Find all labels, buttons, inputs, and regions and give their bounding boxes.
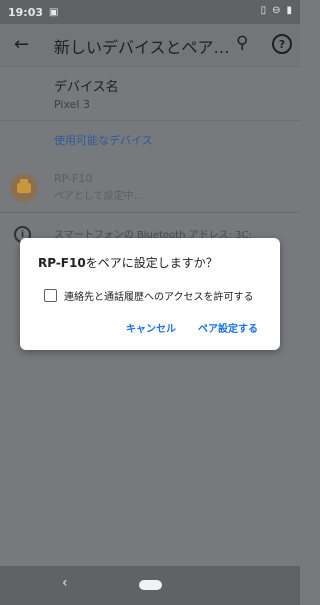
divider (0, 212, 300, 213)
dialog-title-text: をペアに設定しますか？ (85, 256, 218, 270)
arrow-back-icon[interactable]: ← (14, 34, 29, 55)
pair-dialog: RP-F10をペアに設定しますか？ 連絡先と通話履歴へのアクセスを許可する キャ… (20, 238, 280, 350)
nav-home-pill[interactable] (139, 580, 162, 590)
vibrate-icon: ▯ (260, 5, 267, 16)
navigation-bar: ‹ (0, 566, 300, 605)
device-name-setting[interactable]: デバイス名 Pixel 3 (54, 76, 119, 111)
status-bar: 19:03 ▣ ▯ ⊖ ▮ (0, 0, 300, 24)
status-time: 19:03 (8, 5, 44, 19)
cancel-button[interactable]: キャンセル (126, 320, 176, 335)
image-icon: ▣ (49, 6, 59, 18)
pair-button[interactable]: ペア設定する (198, 320, 258, 335)
page-title: 新しいデバイスとペア… (54, 38, 230, 57)
app-bar: ← 新しいデバイスとペア… ⚲ ? (0, 24, 300, 67)
nav-back-icon[interactable]: ‹ (62, 575, 68, 591)
battery-icon: ▮ (286, 5, 292, 16)
device-item-name: RP-F10 (54, 172, 93, 185)
dialog-title: RP-F10をペアに設定しますか？ (38, 254, 218, 271)
device-name-value: Pixel 3 (54, 98, 90, 111)
device-list-item[interactable]: RP-F10 ペアとして設定中… (0, 170, 300, 206)
device-name-label: デバイス名 (54, 80, 119, 95)
dnd-icon: ⊖ (272, 5, 281, 16)
contacts-access-checkbox[interactable] (44, 289, 57, 302)
available-devices-header: 使用可能なデバイス (54, 134, 153, 147)
contacts-access-label[interactable]: 連絡先と通話履歴へのアクセスを許可する (64, 288, 254, 303)
help-icon[interactable]: ? (272, 34, 292, 54)
printer-icon (10, 174, 38, 202)
dialog-device-name: RP-F10 (38, 256, 86, 270)
status-icons: ▯ ⊖ ▮ (261, 5, 292, 16)
search-icon[interactable]: ⚲ (236, 33, 248, 53)
divider (0, 120, 300, 121)
device-item-status: ペアとして設定中… (54, 191, 144, 202)
